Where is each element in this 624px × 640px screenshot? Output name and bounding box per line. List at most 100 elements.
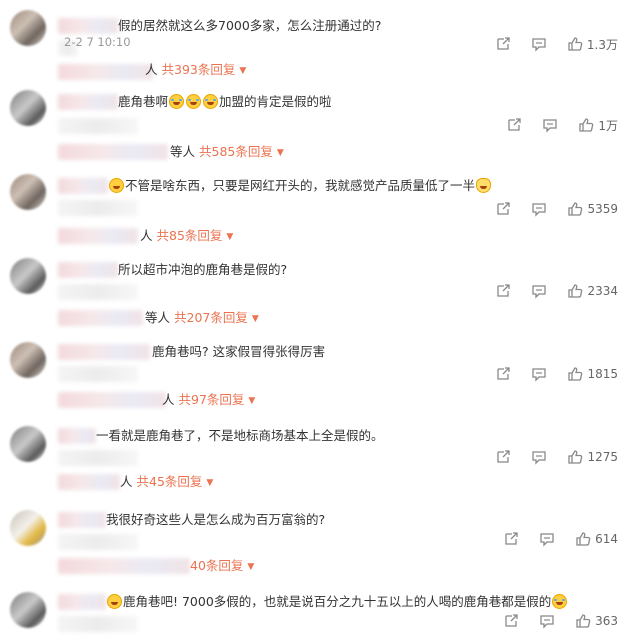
reply-count: 共45条回复 <box>136 474 203 489</box>
reply-count: 共585条回复 <box>199 144 273 159</box>
cat-emoji-icon <box>476 178 492 193</box>
reply-summary[interactable]: 40条回复 ▼ <box>190 558 254 576</box>
reply-summary[interactable]: 等人 共207条回复 ▼ <box>145 310 259 328</box>
avatar[interactable] <box>10 592 46 628</box>
thumbs-up-icon <box>567 283 583 299</box>
reply-summary[interactable]: 等人 共585条回复 ▼ <box>170 144 284 162</box>
comment-actions: 1275 <box>495 448 618 466</box>
avatar[interactable] <box>10 426 46 462</box>
avatar[interactable] <box>10 258 46 294</box>
username-blurred[interactable] <box>58 512 106 528</box>
caret-down-icon: ▼ <box>248 396 256 406</box>
comment-actions: 5359 <box>495 200 618 218</box>
reply-preview-blurred[interactable] <box>58 310 143 326</box>
reply-count: 共85条回复 <box>156 228 223 243</box>
caret-down-icon: ▼ <box>276 148 284 158</box>
like-count: 1万 <box>598 118 618 133</box>
like-button[interactable]: 363 <box>575 613 618 629</box>
like-button[interactable]: 1.3万 <box>567 36 618 53</box>
share-icon[interactable] <box>495 449 511 465</box>
comment-text: 假的居然就这么多7000多家，怎么注册通过的? <box>118 18 382 33</box>
avatar[interactable] <box>10 342 46 378</box>
laughing-emoji-icon <box>552 594 568 609</box>
like-button[interactable]: 1万 <box>578 117 618 134</box>
comment-text: 不管是啥东西，只要是网红开头的，我就感觉产品质量低了一半 <box>108 178 492 194</box>
like-button[interactable]: 1815 <box>567 366 618 382</box>
username-blurred[interactable] <box>58 94 118 110</box>
time-blurred <box>58 200 138 216</box>
avatar[interactable] <box>10 174 46 210</box>
comment-text: 鹿角巷啊 加盟的肯定是假的啦 <box>118 94 332 109</box>
reply-preview-blurred[interactable] <box>58 64 153 80</box>
caret-down-icon: ▼ <box>226 232 234 242</box>
time-blurred <box>58 118 138 134</box>
username-blurred[interactable] <box>58 344 150 360</box>
comment-text: 一看就是鹿角巷了，不是地标商场基本上全是假的。 <box>96 428 384 443</box>
caret-down-icon: ▼ <box>247 562 255 572</box>
reply-summary[interactable]: 人 共97条回复 ▼ <box>162 392 255 410</box>
comment-text: 鹿角巷吧! 7000多假的，也就是说百分之九十五以上的人喝的鹿角巷都是假的 <box>106 594 568 610</box>
reply-count: 共97条回复 <box>178 392 245 407</box>
comment-text: 我很好奇这些人是怎么成为百万富翁的? <box>106 512 326 527</box>
like-count: 1815 <box>587 367 618 381</box>
username-blurred[interactable] <box>58 262 118 278</box>
like-button[interactable]: 614 <box>575 531 618 547</box>
share-icon[interactable] <box>506 117 522 133</box>
comment-icon[interactable] <box>531 366 547 382</box>
reply-summary[interactable]: 人 共393条回复 ▼ <box>145 62 246 80</box>
comment-icon[interactable] <box>531 449 547 465</box>
reply-preview-blurred[interactable] <box>58 228 138 244</box>
comment-icon[interactable] <box>531 36 547 52</box>
thumbs-up-icon <box>575 531 591 547</box>
comment-icon[interactable] <box>531 283 547 299</box>
thumbs-up-icon <box>575 613 591 629</box>
reply-preview-blurred[interactable] <box>58 144 168 160</box>
thumbs-up-icon <box>567 366 583 382</box>
caret-down-icon: ▼ <box>206 478 214 488</box>
like-button[interactable]: 1275 <box>567 449 618 465</box>
share-icon[interactable] <box>503 531 519 547</box>
username-blurred[interactable] <box>58 594 106 610</box>
time-blurred <box>58 366 138 382</box>
reply-summary[interactable]: 人 共45条回复 ▼ <box>120 474 213 492</box>
share-icon[interactable] <box>495 366 511 382</box>
comment-actions: 1万 <box>506 116 618 134</box>
avatar[interactable] <box>10 90 46 126</box>
avatar[interactable] <box>10 510 46 546</box>
username-blurred[interactable] <box>58 178 108 194</box>
thumbs-up-icon <box>567 36 583 52</box>
comment-actions: 2334 <box>495 282 618 300</box>
share-icon[interactable] <box>495 201 511 217</box>
like-count: 1.3万 <box>586 37 618 52</box>
comment-icon[interactable] <box>542 117 558 133</box>
username-blurred[interactable] <box>58 428 96 444</box>
share-icon[interactable] <box>495 36 511 52</box>
like-button[interactable]: 5359 <box>567 201 618 217</box>
reply-preview-blurred[interactable] <box>58 558 190 574</box>
reply-preview-blurred[interactable] <box>58 474 120 490</box>
like-count: 1275 <box>587 450 618 464</box>
reply-count: 40条回复 <box>190 558 244 573</box>
reply-preview-blurred[interactable] <box>58 392 166 408</box>
time-blurred <box>58 534 138 550</box>
time-blurred <box>58 616 138 632</box>
avatar[interactable] <box>10 10 46 46</box>
reply-summary[interactable]: 人 共85条回复 ▼ <box>140 228 233 246</box>
reply-count: 共393条回复 <box>161 62 236 77</box>
like-count: 614 <box>595 532 618 546</box>
comment-text: 鹿角巷吗? 这家假冒得张得厉害 <box>152 344 326 359</box>
comment-actions: 363 <box>503 612 618 630</box>
comment-icon[interactable] <box>539 613 555 629</box>
like-count: 5359 <box>587 202 618 216</box>
comment-icon[interactable] <box>539 531 555 547</box>
share-icon[interactable] <box>495 283 511 299</box>
share-icon[interactable] <box>503 613 519 629</box>
like-button[interactable]: 2334 <box>567 283 618 299</box>
thumbs-up-icon <box>578 117 594 133</box>
username-blurred[interactable] <box>58 18 118 34</box>
thumbs-up-icon <box>567 201 583 217</box>
reply-count: 共207条回复 <box>174 310 248 325</box>
laughing-emoji-icon <box>203 94 219 109</box>
comment-icon[interactable] <box>531 201 547 217</box>
laughing-emoji-icon <box>186 94 202 109</box>
